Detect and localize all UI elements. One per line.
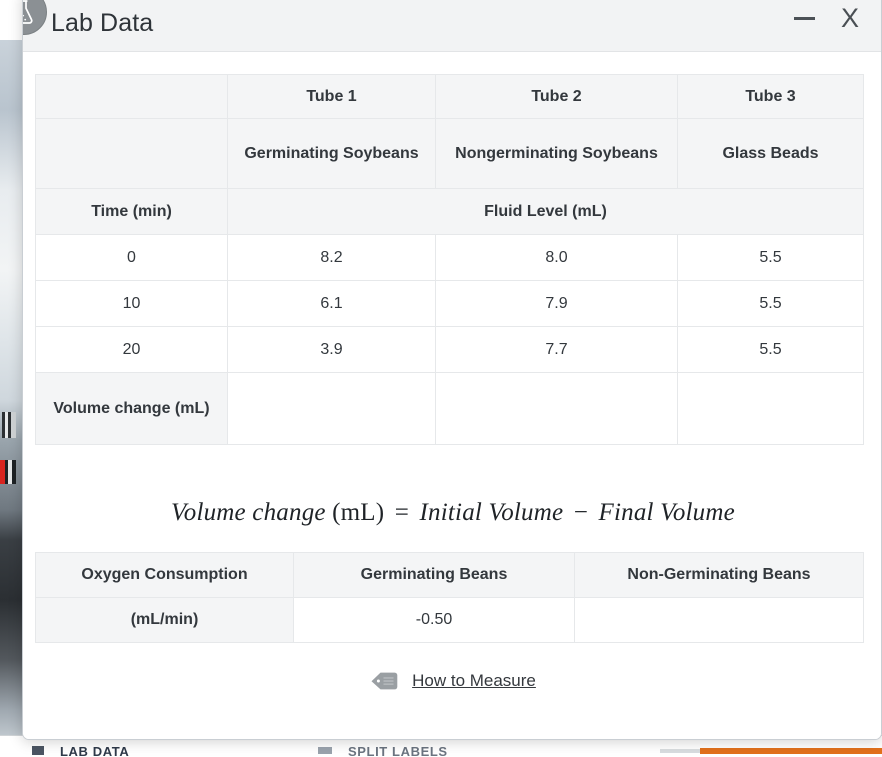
how-to-measure-label: How to Measure [412, 671, 536, 690]
header-fluid-level-ml: Fluid Level (mL) [227, 188, 864, 235]
close-button[interactable]: X [835, 1, 865, 35]
input-volume-change-tube1[interactable] [227, 372, 436, 445]
fluid-level-table-container: Tube 1 Tube 2 Tube 3 Germinating Soybean… [35, 74, 864, 445]
header-non-germinating-beans: Non-Germinating Beans [574, 552, 864, 598]
corner-cell-empty-2 [35, 118, 228, 189]
table-row-measurement-headers: Time (min) Fluid Level (mL) [35, 188, 864, 235]
background-detail-red-object [0, 460, 16, 484]
header-oxygen-consumption: Oxygen Consumption [35, 552, 294, 598]
header-tube-3: Tube 3 [677, 74, 864, 119]
bottom-toolbar-label-split-labels: SPLIT LABELS [348, 744, 448, 757]
header-tube-1: Tube 1 [227, 74, 436, 119]
cell-tube3-t10: 5.5 [677, 280, 864, 327]
oxygen-consumption-table: Oxygen Consumption Germinating Beans Non… [35, 552, 864, 643]
input-oxygen-non-germinating[interactable] [574, 597, 864, 643]
table-row: 0 8.2 8.0 5.5 [35, 234, 864, 281]
cell-tube1-t0: 8.2 [227, 234, 436, 281]
header-sample-germinating-soybeans: Germinating Soybeans [227, 118, 436, 189]
table-row-volume-change: Volume change (mL) [35, 372, 864, 445]
cell-tube3-t0: 5.5 [677, 234, 864, 281]
flask-icon [23, 0, 47, 35]
header-germinating-beans: Germinating Beans [293, 552, 575, 598]
header-sample-nongerminating-soybeans: Nongerminating Soybeans [435, 118, 678, 189]
table-icon [32, 746, 44, 755]
fluid-level-table: Tube 1 Tube 2 Tube 3 Germinating Soybean… [35, 74, 864, 445]
formula-minus: − [573, 499, 589, 526]
header-time-min: Time (min) [35, 188, 228, 235]
cell-tube2-t0: 8.0 [435, 234, 678, 281]
corner-cell-empty [35, 74, 228, 119]
formula-equals: = [394, 499, 410, 526]
cell-tube2-t20: 7.7 [435, 326, 678, 373]
how-to-measure-link[interactable]: How to Measure [23, 670, 881, 692]
cell-time-0: 0 [35, 234, 228, 281]
formula-rhs-initial-volume: Initial Volume [419, 499, 564, 526]
dialog-body: Tube 1 Tube 2 Tube 3 Germinating Soybean… [23, 52, 881, 739]
progress-bar-fill [700, 748, 882, 754]
header-volume-change: Volume change (mL) [35, 372, 228, 445]
table-row-sample-headers: Germinating Soybeans Nongerminating Soyb… [35, 118, 864, 189]
labels-icon [318, 747, 332, 754]
header-tube-2: Tube 2 [435, 74, 678, 119]
oxygen-consumption-table-container: Oxygen Consumption Germinating Beans Non… [35, 552, 864, 643]
background-detail-books [2, 412, 16, 438]
minimize-icon [793, 16, 815, 20]
page-title: Lab Data [51, 9, 154, 37]
table-row-tube-headers: Tube 1 Tube 2 Tube 3 [35, 74, 864, 119]
table-row-oxygen-headers: Oxygen Consumption Germinating Beans Non… [35, 552, 864, 598]
cell-tube3-t20: 5.5 [677, 326, 864, 373]
bottom-toolbar-label-lab-data: LAB DATA [60, 744, 130, 757]
dialog-titlebar: Lab Data X [23, 0, 881, 52]
formula-lhs-unit: (mL) [332, 499, 385, 526]
cell-tube1-t20: 3.9 [227, 326, 436, 373]
cell-time-20: 20 [35, 326, 228, 373]
formula-rhs-final-volume: Final Volume [598, 499, 735, 526]
cell-oxygen-germinating[interactable]: -0.50 [293, 597, 575, 643]
table-row: 20 3.9 7.7 5.5 [35, 326, 864, 373]
header-sample-glass-beads: Glass Beads [677, 118, 864, 189]
table-row: 10 6.1 7.9 5.5 [35, 280, 864, 327]
volume-change-formula: Volume change (mL) = Initial Volume − Fi… [23, 499, 881, 527]
input-volume-change-tube2[interactable] [435, 372, 678, 445]
header-oxygen-unit: (mL/min) [35, 597, 294, 643]
lab-data-dialog: Lab Data X Tube 1 Tube 2 Tube 3 Germinat… [22, 0, 882, 740]
input-volume-change-tube3[interactable] [677, 372, 864, 445]
cell-tube1-t10: 6.1 [227, 280, 436, 327]
tag-icon [370, 670, 399, 692]
formula-lhs: Volume change [171, 499, 326, 526]
cell-tube2-t10: 7.9 [435, 280, 678, 327]
progress-track [660, 749, 700, 753]
table-row-oxygen-values: (mL/min) -0.50 [35, 597, 864, 643]
close-icon: X [840, 2, 859, 33]
window-controls: X [789, 1, 865, 35]
minimize-button[interactable] [789, 1, 819, 35]
cell-time-10: 10 [35, 280, 228, 327]
